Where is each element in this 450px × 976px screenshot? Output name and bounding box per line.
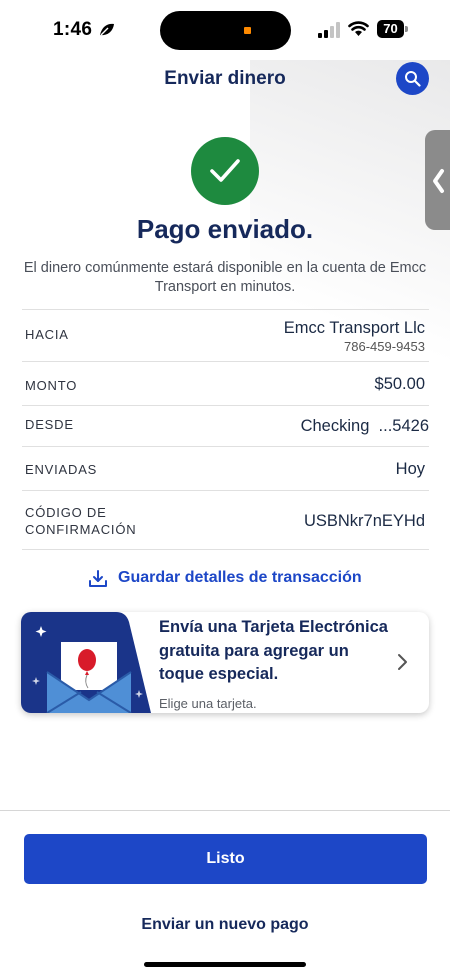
checkmark-icon <box>210 159 240 182</box>
confirmation-label-line1: CÓDIGO DE <box>25 505 107 520</box>
amount-label: MONTO <box>25 378 78 393</box>
from-label: DESDE <box>25 417 74 432</box>
detail-row-amount: MONTO $50.00 <box>22 362 429 405</box>
detail-row-confirmation: CÓDIGO DE CONFIRMACIÓN USBNkr7nEYHd <box>22 491 429 549</box>
recipient-name: Emcc Transport Llc <box>283 319 425 337</box>
battery-tip <box>405 26 408 32</box>
page-title: Enviar dinero <box>164 68 286 89</box>
privacy-indicator-icon <box>244 27 251 34</box>
send-new-payment-link[interactable]: Enviar un nuevo pago <box>0 916 450 934</box>
to-label: HACIA <box>25 327 69 342</box>
promo-title: Envía una Tarjeta Electrónica gratuita p… <box>159 618 388 683</box>
from-account: Checking ...5426 <box>300 417 429 435</box>
confirmation-code: USBNkr7nEYHd <box>303 512 425 530</box>
status-bar: 1:46 70 <box>0 0 450 56</box>
chevron-left-icon <box>433 169 444 193</box>
ecard-promo-card[interactable]: Envía una Tarjeta Electrónica gratuita p… <box>21 612 429 713</box>
success-check-badge <box>191 137 259 205</box>
battery-level: 70 <box>377 20 404 38</box>
search-button[interactable] <box>396 62 429 95</box>
home-indicator <box>144 962 306 967</box>
confirmation-label-line2: CONFIRMACIÓN <box>25 522 137 537</box>
battery-indicator: 70 <box>377 20 408 38</box>
download-icon <box>89 570 107 587</box>
amount-value: $50.00 <box>374 375 425 393</box>
recipient-phone: 786-459-9453 <box>344 339 425 354</box>
success-title: Pago enviado. <box>136 214 314 244</box>
status-time: 1:46 <box>53 19 93 40</box>
detail-row-from: DESDE Checking ...5426 <box>22 406 429 446</box>
ecard-envelope-illustration <box>21 612 151 713</box>
bottom-divider <box>0 810 450 811</box>
focus-leaf-icon <box>100 23 114 36</box>
detail-row-sent: ENVIADAS Hoy <box>22 447 429 490</box>
sent-label: ENVIADAS <box>25 462 98 477</box>
success-description: El dinero comúnmente estará disponible e… <box>23 260 427 295</box>
dynamic-island <box>160 11 291 50</box>
detail-row-to: HACIA Emcc Transport Llc 786-459-9453 <box>22 310 429 361</box>
transaction-details: HACIA Emcc Transport Llc 786-459-9453 MO… <box>22 309 429 550</box>
done-button[interactable]: Listo <box>24 834 427 884</box>
search-icon <box>405 71 421 87</box>
wifi-icon <box>348 21 369 36</box>
divider <box>22 549 429 550</box>
chevron-right-icon <box>398 654 407 670</box>
promo-subtitle: Elige una tarjeta. <box>159 696 257 711</box>
save-link-label: Guardar detalles de transacción <box>118 569 362 586</box>
sent-value: Hoy <box>395 460 425 478</box>
cellular-signal-icon <box>318 22 340 38</box>
